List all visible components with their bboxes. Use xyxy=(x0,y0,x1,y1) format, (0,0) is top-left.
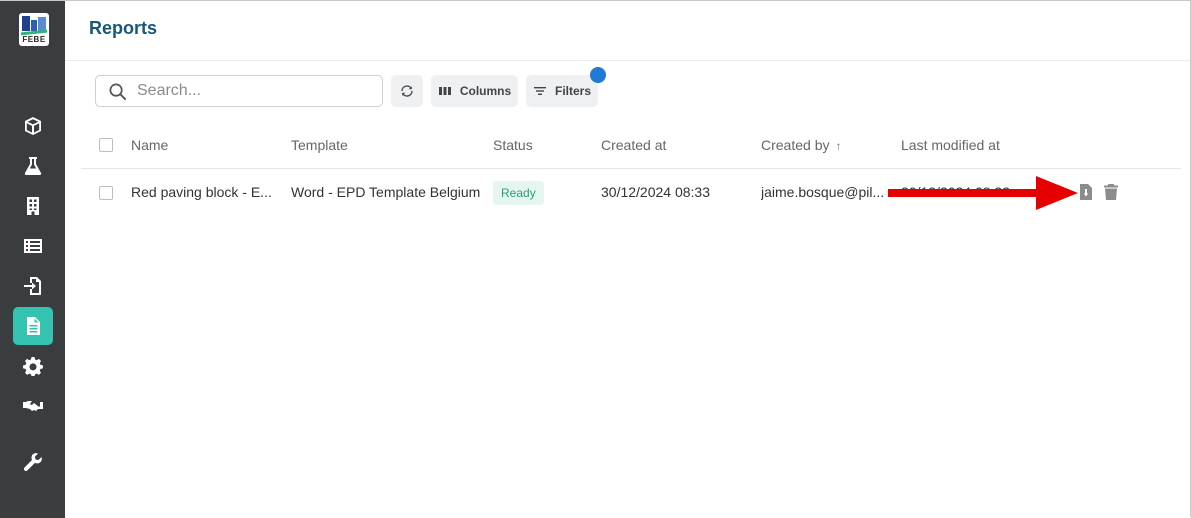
status-badge: Ready xyxy=(493,181,544,205)
logo-text: FEBE xyxy=(22,35,46,44)
column-header-created-at[interactable]: Created at xyxy=(601,137,666,153)
columns-icon xyxy=(438,87,451,95)
filters-label: Filters xyxy=(554,84,591,98)
filter-active-badge xyxy=(590,67,606,83)
sidebar-item-companies[interactable] xyxy=(13,187,53,225)
building-icon xyxy=(27,197,39,215)
list-icon xyxy=(24,239,42,253)
delete-report-button[interactable] xyxy=(1102,183,1120,201)
sidebar-item-partners[interactable] xyxy=(13,387,53,425)
column-header-status[interactable]: Status xyxy=(493,137,533,153)
column-header-created-by[interactable]: Created by ↑ xyxy=(761,137,841,153)
sidebar-item-products[interactable] xyxy=(13,107,53,145)
flask-icon xyxy=(24,157,42,175)
page-title: Reports xyxy=(89,18,158,38)
file-text-icon xyxy=(27,317,40,335)
cell-name: Red paving block - E... xyxy=(131,184,272,200)
columns-label: Columns xyxy=(459,84,512,98)
sidebar-item-reports[interactable] xyxy=(13,307,53,345)
cell-last-modified: 30/12/2024 08:33 xyxy=(901,184,1010,200)
column-header-last-modified[interactable]: Last modified at xyxy=(901,137,1000,153)
sidebar-item-settings[interactable] xyxy=(13,347,53,385)
febe-logo[interactable]: FEBE xyxy=(19,13,49,46)
search-input[interactable] xyxy=(137,82,367,100)
filter-icon xyxy=(533,87,546,95)
sort-asc-icon[interactable]: ↑ xyxy=(835,139,841,153)
box-icon xyxy=(25,117,41,135)
wrench-icon xyxy=(23,453,42,471)
column-header-name[interactable]: Name xyxy=(131,137,168,153)
cell-template: Word - EPD Template Belgium xyxy=(291,184,481,200)
column-header-created-by-label: Created by xyxy=(761,137,830,153)
app-window: FEBE Reports Search... Columns Filters N… xyxy=(0,0,1191,518)
sidebar-item-import[interactable] xyxy=(13,267,53,305)
refresh-icon xyxy=(401,85,413,97)
trash-icon xyxy=(1104,184,1118,200)
file-download-icon xyxy=(1080,184,1092,200)
table-header: Name Template Status Created at Created … xyxy=(81,121,1181,169)
cell-created-by: jaime.bosque@pil... xyxy=(761,184,885,200)
download-report-button[interactable] xyxy=(1077,183,1095,201)
search-icon xyxy=(109,83,127,100)
page-header: Reports xyxy=(65,2,1190,61)
filters-button[interactable]: Filters xyxy=(526,75,598,107)
table-row[interactable]: Red paving block - E... Word - EPD Templ… xyxy=(81,169,1181,217)
refresh-button[interactable] xyxy=(391,75,423,107)
columns-button[interactable]: Columns xyxy=(431,75,518,107)
sidebar-item-lab[interactable] xyxy=(13,147,53,185)
sidebar: FEBE xyxy=(0,1,65,518)
sidebar-item-tools[interactable] xyxy=(13,443,53,481)
column-header-template[interactable]: Template xyxy=(291,137,348,153)
handshake-icon xyxy=(23,401,43,411)
cell-created-at: 30/12/2024 08:33 xyxy=(601,184,710,200)
file-import-icon xyxy=(24,277,41,295)
sidebar-item-list[interactable] xyxy=(13,227,53,265)
search-box[interactable] xyxy=(95,75,383,107)
gear-icon xyxy=(23,357,43,376)
row-checkbox[interactable] xyxy=(99,186,113,200)
select-all-checkbox[interactable] xyxy=(99,138,113,152)
